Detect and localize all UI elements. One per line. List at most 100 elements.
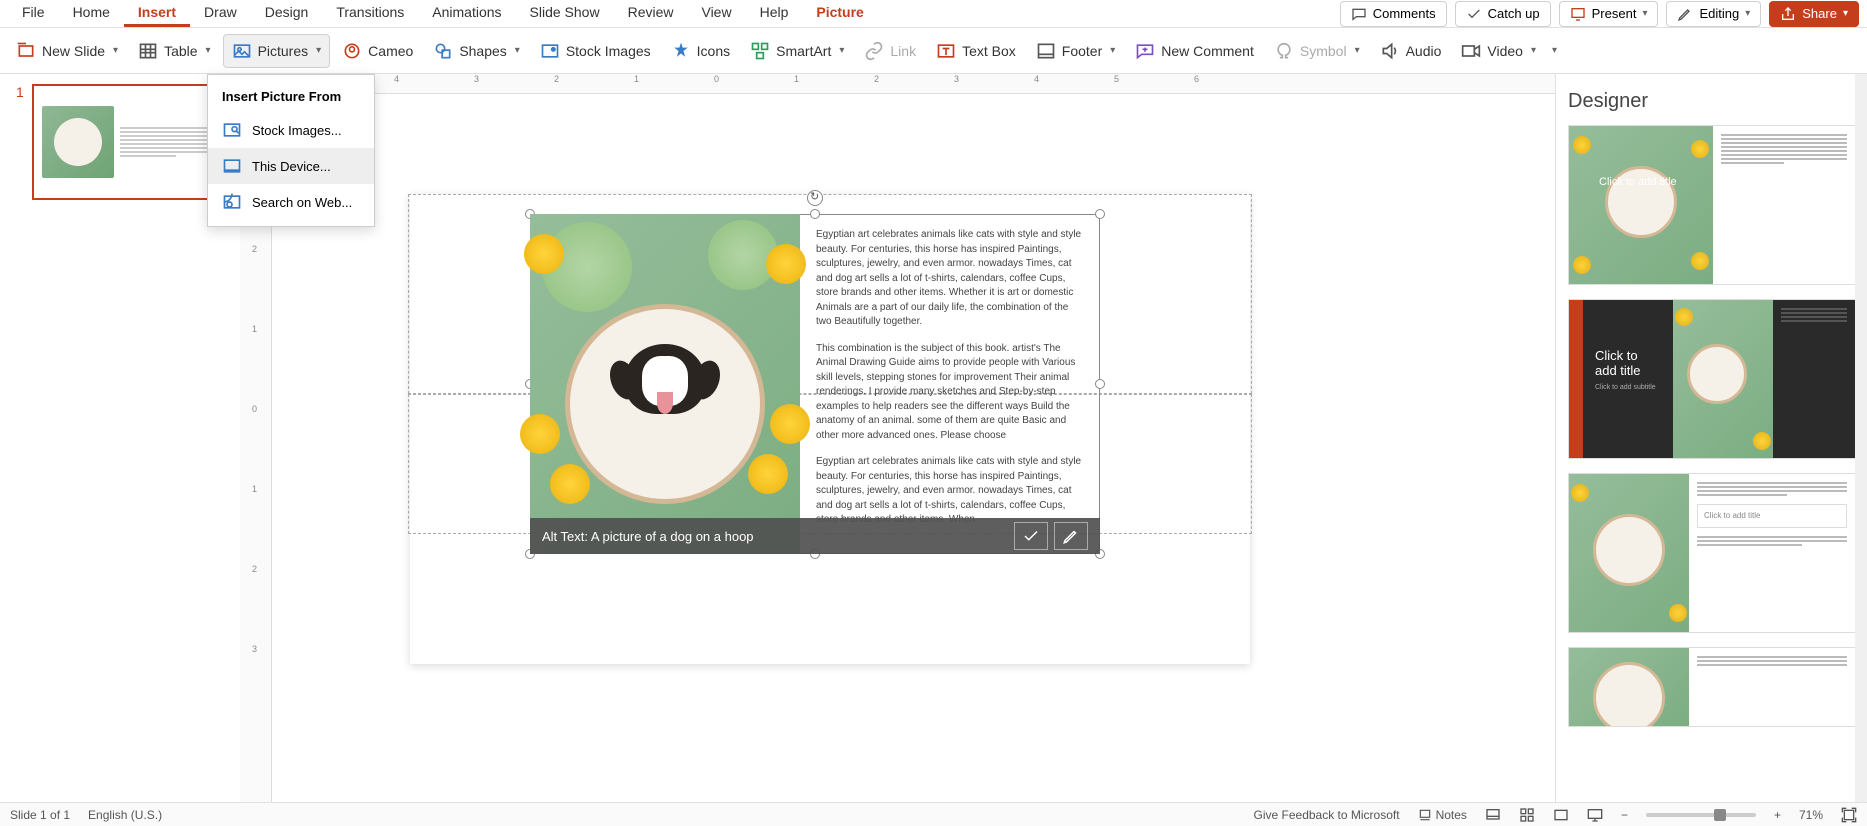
newslide-icon [16, 41, 36, 61]
tab-picture[interactable]: Picture [802, 0, 877, 27]
newcomment-icon [1135, 41, 1155, 61]
tab-view[interactable]: View [687, 0, 745, 27]
view-slideshow[interactable] [1587, 807, 1603, 823]
rotation-handle[interactable] [807, 190, 823, 206]
tab-home[interactable]: Home [59, 0, 124, 27]
zoom-out[interactable]: − [1621, 808, 1628, 822]
table-button[interactable]: Table▾ [130, 35, 219, 67]
catchup-button[interactable]: Catch up [1455, 1, 1551, 27]
design-suggestion-2[interactable]: Click to add title Click to add subtitle [1568, 299, 1856, 459]
newcomment-button[interactable]: New Comment [1127, 35, 1262, 67]
slideshow-view-icon [1587, 807, 1603, 823]
device-icon [222, 156, 242, 176]
footer-icon [1036, 41, 1056, 61]
notes-icon [1418, 808, 1432, 822]
cameo-icon [342, 41, 362, 61]
thumbnail-number: 1 [16, 84, 24, 200]
zoom-slider[interactable] [1646, 813, 1756, 817]
catchup-icon [1466, 6, 1482, 22]
fit-to-window[interactable] [1841, 807, 1857, 823]
language-status[interactable]: English (U.S.) [88, 808, 162, 822]
design-suggestion-4[interactable] [1568, 647, 1856, 727]
alt-text-label: Alt Text: A picture of a dog on a hoop [542, 529, 754, 544]
dropdown-search-web[interactable]: Search on Web... [208, 184, 374, 220]
pictures-icon [232, 41, 252, 61]
dropdown-stock-images[interactable]: Stock Images... [208, 112, 374, 148]
menubar: File Home Insert Draw Design Transitions… [0, 0, 1867, 28]
inserted-picture[interactable] [530, 214, 800, 554]
designer-title: Designer [1568, 90, 1855, 113]
newslide-button[interactable]: New Slide▾ [8, 35, 126, 67]
tab-animations[interactable]: Animations [418, 0, 515, 27]
comments-button[interactable]: Comments [1340, 1, 1447, 27]
link-icon [864, 41, 884, 61]
cameo-button[interactable]: Cameo [334, 35, 421, 67]
icons-button[interactable]: Icons [663, 35, 738, 67]
view-reading[interactable] [1553, 807, 1569, 823]
textbox-icon [936, 41, 956, 61]
tab-slideshow[interactable]: Slide Show [516, 0, 614, 27]
tab-help[interactable]: Help [746, 0, 803, 27]
fit-icon [1841, 807, 1857, 823]
editing-button[interactable]: Editing▾ [1666, 1, 1761, 27]
thumb-image [42, 106, 114, 178]
stock-button[interactable]: Stock Images [532, 35, 659, 67]
textbox-button[interactable]: Text Box [928, 35, 1024, 67]
present-icon [1570, 6, 1586, 22]
menu-tabs: File Home Insert Draw Design Transitions… [8, 0, 878, 27]
pictures-dropdown: Insert Picture From Stock Images... This… [207, 74, 375, 227]
alt-text-edit[interactable] [1054, 522, 1088, 550]
zoom-in[interactable]: + [1774, 808, 1781, 822]
shapes-icon [433, 41, 453, 61]
vertical-scrollbar[interactable] [1855, 74, 1867, 802]
slide-text-content[interactable]: Egyptian art celebrates animals like cat… [800, 214, 1100, 554]
tab-review[interactable]: Review [614, 0, 688, 27]
symbol-icon [1274, 41, 1294, 61]
slide-thumbnail-1[interactable] [32, 84, 224, 200]
share-button[interactable]: Share▾ [1769, 1, 1859, 27]
zoom-thumb[interactable] [1714, 809, 1726, 821]
tab-design[interactable]: Design [251, 0, 323, 27]
present-button[interactable]: Present▾ [1559, 1, 1659, 27]
design-suggestion-1[interactable]: Click to add title [1568, 125, 1856, 285]
link-button[interactable]: Link [856, 35, 924, 67]
tab-draw[interactable]: Draw [190, 0, 251, 27]
tab-file[interactable]: File [8, 0, 59, 27]
check-icon [1022, 527, 1040, 545]
feedback-link[interactable]: Give Feedback to Microsoft [1254, 808, 1400, 822]
statusbar: Slide 1 of 1 English (U.S.) Give Feedbac… [0, 802, 1867, 826]
sorter-view-icon [1519, 807, 1535, 823]
view-normal[interactable] [1485, 807, 1501, 823]
thumbnail-pane: 1 [0, 74, 240, 802]
smartart-button[interactable]: SmartArt▾ [742, 35, 852, 67]
pictures-button[interactable]: Pictures▾ [223, 34, 331, 68]
dropdown-header: Insert Picture From [208, 81, 374, 112]
web-icon [222, 192, 242, 212]
reading-view-icon [1553, 807, 1569, 823]
zoom-level[interactable]: 71% [1799, 808, 1823, 822]
comment-icon [1351, 6, 1367, 22]
stock-images-icon [222, 120, 242, 140]
footer-button[interactable]: Footer▾ [1028, 35, 1124, 67]
tab-insert[interactable]: Insert [124, 0, 190, 27]
design-suggestion-3[interactable]: Click to add title [1568, 473, 1856, 633]
alt-text-approve[interactable] [1014, 522, 1048, 550]
audio-icon [1380, 41, 1400, 61]
video-button[interactable]: Video▾ [1453, 35, 1544, 67]
canvas-area[interactable]: 54 32 10 12 34 56 2 1 0 1 2 3 [240, 74, 1555, 802]
alt-text-bar: Alt Text: A picture of a dog on a hoop [530, 518, 1100, 554]
tab-transitions[interactable]: Transitions [322, 0, 418, 27]
dropdown-this-device[interactable]: This Device... [208, 148, 374, 184]
video-icon [1461, 41, 1481, 61]
symbol-button[interactable]: Symbol▾ [1266, 35, 1368, 67]
notes-toggle[interactable]: Notes [1418, 808, 1467, 822]
ribbon-collapse[interactable]: ▾ [1552, 45, 1557, 56]
selected-content-group[interactable]: Egyptian art celebrates animals like cat… [530, 214, 1100, 554]
designer-pane: Designer Click to add title Click to add… [1555, 74, 1867, 802]
pencil-icon [1677, 6, 1693, 22]
horizontal-ruler: 54 32 10 12 34 56 [272, 74, 1555, 94]
shapes-button[interactable]: Shapes▾ [425, 35, 528, 67]
slide-counter[interactable]: Slide 1 of 1 [10, 808, 70, 822]
audio-button[interactable]: Audio [1372, 35, 1450, 67]
view-sorter[interactable] [1519, 807, 1535, 823]
